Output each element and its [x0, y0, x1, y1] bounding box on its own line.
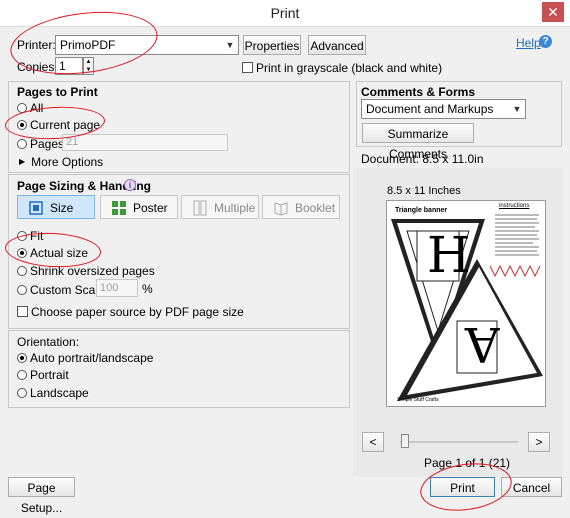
printer-label: Printer: — [17, 38, 56, 52]
chevron-down-icon: ▼ — [225, 40, 235, 50]
pages-radio[interactable] — [17, 138, 27, 149]
landscape-option[interactable]: Landscape — [17, 384, 89, 400]
all-radio[interactable] — [17, 102, 27, 113]
paper-size-label: 8.5 x 11 Inches — [387, 185, 461, 197]
custom-scale-option[interactable]: Custom Scale: — [17, 281, 108, 297]
landscape-label: Landscape — [30, 385, 89, 400]
copies-input[interactable]: 1 — [55, 57, 83, 75]
orientation-title: Orientation: — [17, 335, 80, 349]
printer-value: PrimoPDF — [60, 38, 116, 52]
banner-title: Triangle banner — [395, 207, 448, 214]
expand-triangle-icon: ▶ — [19, 156, 26, 166]
booklet-tool-button[interactable]: Booklet — [262, 195, 340, 219]
title-bar: Print ✕ — [0, 0, 570, 27]
help-icon[interactable]: ? — [539, 35, 552, 48]
advanced-button[interactable]: Advanced — [308, 35, 366, 55]
actual-size-radio[interactable] — [17, 247, 27, 258]
pages-to-print-title: Pages to Print — [17, 85, 98, 99]
page-slider-track[interactable] — [400, 441, 518, 443]
all-option[interactable]: All — [17, 99, 43, 115]
page-indicator: Page 1 of 1 (21) — [424, 456, 511, 470]
printer-select[interactable]: PrimoPDF ▼ — [55, 35, 239, 55]
shrink-radio[interactable] — [17, 265, 27, 276]
auto-orientation-radio[interactable] — [17, 352, 27, 363]
fit-option[interactable]: Fit — [17, 227, 43, 243]
cancel-button[interactable]: Cancel — [501, 477, 562, 497]
fit-label: Fit — [30, 228, 44, 243]
banner-letter-h: H — [427, 226, 471, 284]
current-page-radio[interactable] — [17, 119, 27, 130]
info-icon[interactable]: i — [124, 179, 136, 191]
multiple-label: Multiple — [214, 200, 256, 215]
page-preview: Triangle banner instructions H A Simple … — [386, 200, 546, 407]
actual-size-option[interactable]: Actual size — [17, 244, 88, 260]
instructions-title: instructions — [499, 203, 530, 209]
window-title: Print — [270, 5, 300, 21]
all-label: All — [30, 100, 44, 115]
pages-range-input[interactable]: 21 — [62, 134, 228, 151]
portrait-option[interactable]: Portrait — [17, 366, 69, 382]
current-page-label: Current page — [30, 117, 101, 132]
copies-label: Copies: — [17, 60, 58, 74]
page-slider-thumb[interactable] — [401, 434, 409, 448]
size-icon — [28, 200, 44, 216]
multiple-tool-button[interactable]: Multiple — [181, 195, 259, 219]
grayscale-option[interactable]: Print in grayscale (black and white) — [242, 59, 442, 75]
preview-footer-text: Simple Stuff Crafts — [397, 397, 439, 403]
banner-letter-a: A — [465, 316, 500, 372]
paper-source-checkbox[interactable] — [17, 306, 28, 318]
poster-icon — [111, 200, 127, 216]
shrink-option[interactable]: Shrink oversized pages — [17, 262, 155, 278]
auto-orientation-option[interactable]: Auto portrait/landscape — [17, 349, 153, 365]
chevron-down-icon: ▼ — [512, 104, 522, 114]
custom-scale-radio[interactable] — [17, 284, 27, 295]
comments-select[interactable]: Document and Markups ▼ — [361, 99, 526, 119]
print-button[interactable]: Print — [430, 477, 495, 497]
landscape-radio[interactable] — [17, 387, 27, 398]
grayscale-label: Print in grayscale (black and white) — [256, 60, 443, 75]
pages-option[interactable]: Pages — [17, 135, 64, 151]
auto-orientation-label: Auto portrait/landscape — [30, 350, 154, 365]
portrait-label: Portrait — [30, 367, 69, 382]
custom-scale-input[interactable]: 100 — [96, 279, 138, 297]
summarize-comments-button[interactable]: Summarize Comments — [362, 123, 474, 161]
page-setup-button[interactable]: Page Setup... — [8, 477, 75, 515]
comments-title: Comments & Forms — [361, 85, 476, 99]
shrink-label: Shrink oversized pages — [30, 263, 155, 278]
poster-tool-button[interactable]: Poster — [100, 195, 178, 219]
booklet-icon — [273, 200, 289, 216]
poster-label: Poster — [133, 200, 168, 215]
help-link[interactable]: Help — [516, 35, 541, 51]
properties-button[interactable]: Properties — [243, 35, 301, 55]
actual-size-label: Actual size — [30, 245, 89, 260]
pages-label: Pages — [30, 136, 65, 151]
document-size-label: Document: 8.5 x 11.0in — [361, 152, 484, 166]
booklet-label: Booklet — [295, 200, 336, 215]
multiple-pages-icon — [192, 200, 208, 216]
previous-page-button[interactable]: < — [362, 432, 384, 452]
close-icon[interactable]: ✕ — [542, 2, 564, 22]
more-options-toggle[interactable]: ▶ More Options — [19, 153, 103, 169]
paper-source-option[interactable]: Choose paper source by PDF page size — [17, 303, 244, 319]
fit-radio[interactable] — [17, 230, 27, 241]
more-options-label: More Options — [31, 154, 104, 169]
percent-label: % — [142, 282, 153, 296]
next-page-button[interactable]: > — [528, 432, 550, 452]
size-tool-button[interactable]: Size — [17, 195, 95, 219]
current-page-option[interactable]: Current page — [17, 116, 100, 132]
copies-stepper[interactable]: ▲ ▼ — [83, 57, 94, 75]
size-label: Size — [50, 200, 74, 215]
grayscale-checkbox[interactable] — [242, 62, 253, 74]
portrait-radio[interactable] — [17, 369, 27, 380]
comments-value: Document and Markups — [366, 102, 494, 116]
paper-source-label: Choose paper source by PDF page size — [31, 304, 244, 319]
